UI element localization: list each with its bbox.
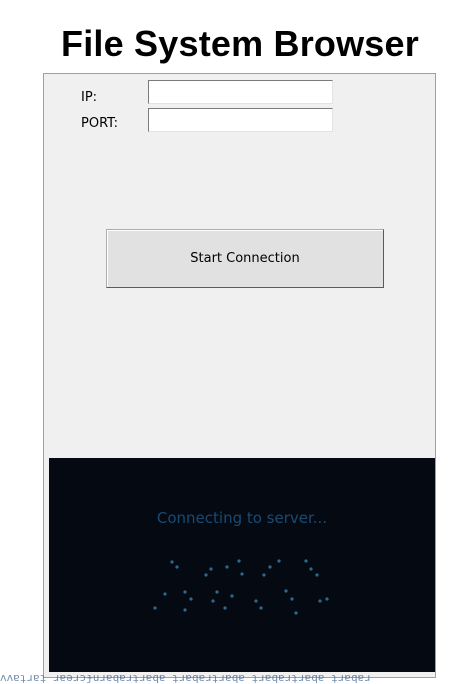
port-label: PORT: [81, 116, 119, 131]
loading-dot [183, 590, 187, 594]
loading-dot [163, 592, 167, 596]
loading-dot [318, 599, 322, 603]
loading-dot [315, 573, 319, 577]
loading-dot [211, 599, 215, 603]
loading-dot [225, 565, 229, 569]
loading-dot [209, 567, 213, 571]
loading-dot [170, 560, 174, 564]
app-title: File System Browser [61, 23, 419, 64]
loading-dot [277, 559, 281, 563]
loading-dot [262, 573, 266, 577]
loading-dots-icon [153, 559, 329, 615]
loading-dot [309, 567, 313, 571]
loading-dot [304, 559, 308, 563]
loading-dot [223, 606, 227, 610]
start-connection-button[interactable]: Start Connection [106, 229, 384, 288]
ip-label: IP: [81, 90, 98, 105]
loading-dot [204, 573, 208, 577]
loading-dot [215, 590, 219, 594]
loading-dot [183, 608, 187, 612]
background-ticker: ʌʌɐʇɹɐʇ ɹɐǝɹɔɟuɹɐqɐɹʇɹɐqɐ ʇɹɐqɐɹʇɹɐqɐ ʇɹ… [0, 672, 371, 684]
port-input[interactable] [148, 108, 333, 132]
loading-dot [153, 606, 157, 610]
loading-dot [237, 559, 241, 563]
loading-dot [254, 599, 258, 603]
loading-dot [284, 589, 288, 593]
loading-dot [189, 597, 193, 601]
connection-panel: IP: PORT: Start Connection Connecting to… [43, 73, 436, 678]
loading-dot [294, 611, 298, 615]
loading-dot [325, 597, 329, 601]
ip-input[interactable] [148, 80, 333, 104]
loading-dot [230, 594, 234, 598]
loading-dot [175, 565, 179, 569]
loading-dot [259, 606, 263, 610]
loading-dot [268, 565, 272, 569]
connecting-overlay: Connecting to server... [49, 458, 435, 672]
loading-dot [290, 597, 294, 601]
loading-dot [240, 572, 244, 576]
